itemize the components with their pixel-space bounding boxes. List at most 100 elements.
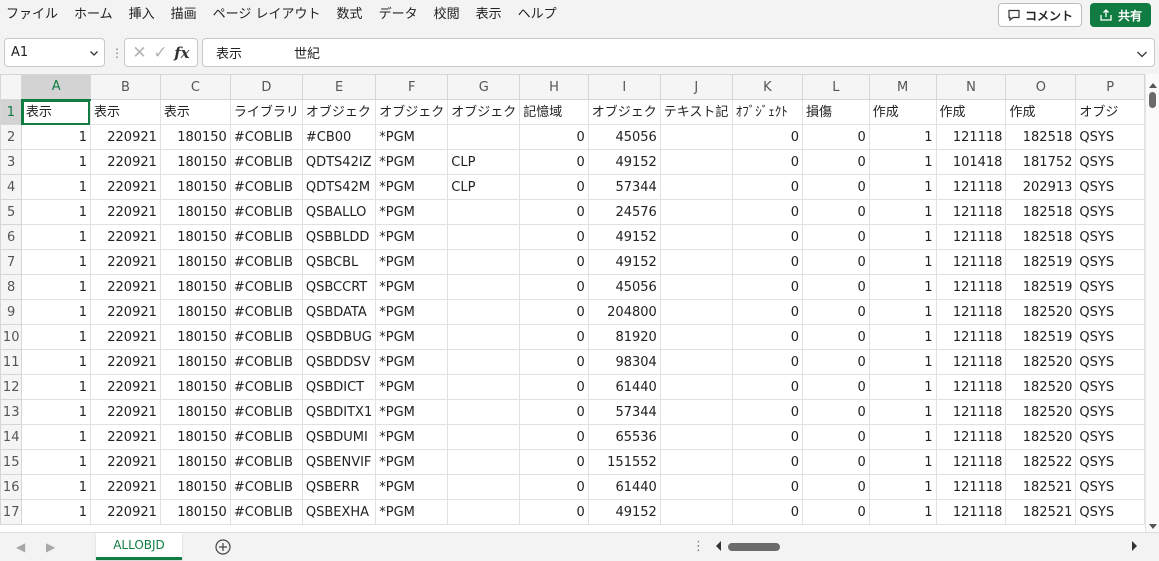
cell[interactable]: 182519 [1005,274,1077,300]
cell[interactable]: 0 [801,424,870,450]
cell[interactable]: QSYS [1075,274,1145,300]
cell[interactable] [659,224,733,250]
ribbon-tab[interactable]: ホーム [66,0,121,30]
vertical-scrollbar[interactable] [1145,74,1159,532]
cell[interactable]: 180150 [159,224,231,250]
ribbon-tab[interactable]: 描画 [163,0,205,30]
ribbon-tab[interactable]: ヘルプ [510,0,565,30]
check-icon[interactable]: ✓ [153,43,167,63]
cell[interactable]: #COBLIB [229,124,303,150]
cell[interactable]: 180150 [159,399,231,425]
cell[interactable]: 0 [801,249,870,275]
cell[interactable]: 0 [801,274,870,300]
cell[interactable]: QSBDICT [301,374,377,400]
cell[interactable]: 1 [21,274,91,300]
row-header[interactable]: 6 [0,224,23,250]
cell[interactable]: 180150 [159,149,231,175]
cell[interactable]: 182520 [1005,424,1077,450]
row-header[interactable]: 12 [0,374,23,400]
cell[interactable]: 49152 [587,224,661,250]
cell[interactable]: 1 [21,324,91,350]
cell[interactable] [659,399,733,425]
row-header[interactable]: 10 [0,324,23,350]
cell[interactable]: 0 [801,124,870,150]
cell[interactable]: 表示 [159,99,231,125]
cell[interactable]: 1 [868,349,937,375]
column-header[interactable]: L [801,74,870,100]
cell[interactable]: 220921 [89,199,161,225]
cell[interactable]: *PGM [375,399,449,425]
cell[interactable]: *PGM [375,199,449,225]
cell[interactable]: 0 [801,149,870,175]
cell[interactable] [659,499,733,525]
column-header[interactable]: K [731,74,803,100]
cell[interactable]: *PGM [375,274,449,300]
cell[interactable]: QSBERR [301,474,377,500]
cell[interactable]: 0 [731,274,803,300]
cell[interactable]: 0 [519,299,589,325]
cell[interactable]: *PGM [375,224,449,250]
name-box[interactable]: A1 [4,38,105,67]
cell[interactable]: 182519 [1005,249,1077,275]
cell[interactable] [447,474,521,500]
cell[interactable]: 1 [21,499,91,525]
cell[interactable]: 182518 [1005,224,1077,250]
cell[interactable]: 1 [21,224,91,250]
cell[interactable]: *PGM [375,149,449,175]
cell[interactable]: QSBDBUG [301,324,377,350]
cell[interactable]: 121118 [935,449,1007,475]
cell[interactable]: 作成 [868,99,937,125]
cell[interactable]: 0 [801,374,870,400]
cell[interactable]: 182521 [1005,474,1077,500]
cell[interactable]: 1 [868,499,937,525]
row-header[interactable]: 4 [0,174,23,200]
row-header[interactable]: 9 [0,299,23,325]
cell[interactable]: QSYS [1075,149,1145,175]
cell[interactable]: QDTS42M [301,174,377,200]
cell[interactable]: QSYS [1075,224,1145,250]
cell[interactable]: 24576 [587,199,661,225]
column-header[interactable]: O [1005,74,1077,100]
cell[interactable] [659,424,733,450]
cell[interactable] [447,424,521,450]
cell[interactable]: 220921 [89,474,161,500]
vertical-scroll-thumb[interactable] [1149,92,1156,108]
cell[interactable]: 182518 [1005,124,1077,150]
cell[interactable] [447,224,521,250]
cell[interactable]: 0 [731,349,803,375]
cell[interactable]: 98304 [587,349,661,375]
cell[interactable]: 57344 [587,174,661,200]
cell[interactable]: 1 [21,149,91,175]
cell[interactable] [447,299,521,325]
plus-circle-icon[interactable] [214,538,232,556]
cell[interactable]: 121118 [935,399,1007,425]
ribbon-tab[interactable]: 校閲 [426,0,468,30]
cell[interactable]: 121118 [935,249,1007,275]
column-header[interactable]: G [447,74,521,100]
cell[interactable]: 1 [868,124,937,150]
cell[interactable] [447,324,521,350]
column-header[interactable]: C [159,74,231,100]
cell[interactable]: 81920 [587,324,661,350]
cell[interactable]: 0 [519,399,589,425]
cell[interactable]: 0 [801,474,870,500]
ribbon-tab[interactable]: 挿入 [121,0,163,30]
cell[interactable]: *PGM [375,324,449,350]
cell[interactable]: オブジェク [587,99,661,125]
cell[interactable]: オブジェク [447,99,521,125]
cell[interactable]: QSYS [1075,349,1145,375]
cell[interactable] [447,349,521,375]
cell[interactable]: 121118 [935,299,1007,325]
cell[interactable]: 0 [519,249,589,275]
comment-button[interactable]: コメント [997,3,1082,27]
cell[interactable]: #COBLIB [229,449,303,475]
cell[interactable]: 101418 [935,149,1007,175]
cell[interactable]: 0 [519,274,589,300]
cell[interactable]: #COBLIB [229,324,303,350]
cell[interactable]: 121118 [935,274,1007,300]
cell[interactable]: 0 [801,199,870,225]
cell[interactable]: 0 [519,224,589,250]
cell[interactable]: 121118 [935,199,1007,225]
cell[interactable]: CLP [447,149,521,175]
cell[interactable]: 57344 [587,399,661,425]
